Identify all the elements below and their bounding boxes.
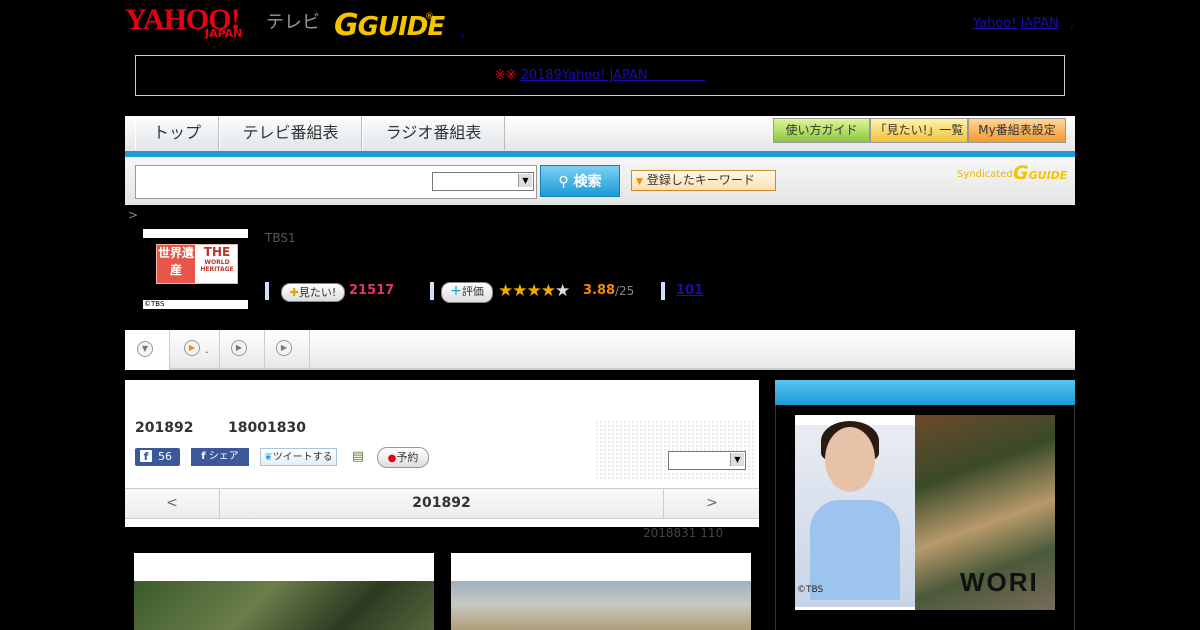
thumb-credit: ©TBS — [144, 300, 165, 308]
yahoo-japan-sub: JAPAN — [205, 27, 243, 40]
usage-guide-button[interactable]: 使い方ガイド — [773, 118, 870, 143]
tab-divider — [309, 330, 310, 368]
keyword-button-label: 登録したキーワード — [646, 173, 755, 187]
notice-box: ※※ 20189Yahoo! JAPAN — [135, 55, 1065, 96]
prev-day-button[interactable]: < — [125, 489, 220, 518]
search-bar: ▼ ⚲ 検索 ▼ 登録したキーワード Syndicated GGUIDE — [125, 157, 1075, 205]
breadcrumb: > — [128, 208, 139, 222]
thumb-logo-red: 世界遺産 — [157, 245, 195, 283]
facebook-like-button[interactable]: f 56 — [135, 448, 180, 466]
registered-keyword-button[interactable]: ▼ 登録したキーワード — [631, 170, 776, 191]
tab-radio-guide[interactable]: ラジオ番組表 — [362, 116, 505, 150]
rate-button[interactable]: +評価 — [441, 282, 493, 303]
sidebar-header — [775, 380, 1075, 405]
want-button[interactable]: ✚見たい! — [281, 283, 345, 302]
twitter-icon: ❦ — [264, 452, 273, 463]
notice-link[interactable]: 20189Yahoo! JAPAN — [520, 68, 647, 83]
info-line: 2018831 110 — [643, 526, 724, 540]
tv-label: テレビ — [266, 12, 320, 33]
ad-banner-text: WORI — [960, 567, 1039, 597]
tweet-button[interactable]: ❦ツイートする — [260, 448, 337, 466]
syndicated-label: Syndicated — [957, 169, 1013, 180]
play-icon[interactable]: ▶ — [276, 340, 292, 356]
sidebar-ad: WORI ©TBS — [775, 405, 1075, 630]
episode-image[interactable] — [134, 553, 434, 630]
search-button[interactable]: ⚲ 検索 — [540, 165, 620, 197]
rating-score: 3.88 — [583, 283, 616, 298]
notice-mark: ※※ — [494, 68, 517, 83]
program-thumbnail[interactable]: 世界遺産 THE WORLD HERITAGE ©TBS — [143, 229, 248, 309]
review-count-link[interactable]: 101 — [676, 283, 703, 298]
air-date: 201892 — [135, 420, 194, 436]
world-heritage-logo: 世界遺産 THE WORLD HERITAGE — [156, 244, 238, 284]
facebook-icon: f — [140, 450, 152, 463]
play-icon[interactable]: ▶ — [184, 340, 200, 356]
syndicated-gguide-logo: GGUIDE — [1013, 162, 1068, 184]
ad-banner[interactable]: WORI ©TBS — [795, 415, 1055, 610]
program-select[interactable]: ▼ — [668, 451, 746, 470]
tab-divider — [219, 330, 220, 368]
separator — [661, 282, 665, 300]
want-count: 21517 — [349, 283, 395, 298]
tab-label: . — [205, 343, 209, 356]
air-time: 18001830 — [228, 420, 306, 436]
tab-tv-guide[interactable]: テレビ番組表 — [219, 116, 362, 150]
main-nav: トップ テレビ番組表 ラジオ番組表 使い方ガイド 「見たい!」一覧 My番組表設… — [125, 116, 1075, 151]
dropdown-arrow-icon: ▼ — [636, 177, 643, 187]
header-dot: , — [461, 26, 465, 39]
tab-collapse[interactable]: ▼ — [125, 330, 170, 370]
header-trailing-dot: , — [1070, 16, 1075, 31]
facebook-share-button[interactable]: f シェア — [191, 448, 249, 466]
notice-link-underline[interactable] — [648, 68, 706, 83]
tab-divider — [264, 330, 265, 368]
thumb-logo-the: THE WORLD HERITAGE — [200, 245, 234, 273]
rating-total: /25 — [615, 284, 635, 298]
decorative-dots — [595, 420, 755, 480]
search-icon: ⚲ — [558, 174, 569, 190]
channel-label: TBS1 — [265, 231, 296, 245]
current-date: 201892 — [412, 495, 471, 511]
want-list-button[interactable]: 「見たい!」一覧 — [870, 118, 968, 143]
yahoo-japan-link[interactable]: Yahoo! JAPAN — [973, 16, 1059, 31]
add-calendar-icon[interactable]: ▤ — [350, 449, 366, 465]
chevron-down-icon: ▼ — [518, 174, 532, 187]
search-button-label: 検索 — [573, 174, 602, 190]
reserve-button[interactable]: ●予約 — [377, 447, 429, 468]
separator — [265, 282, 269, 300]
separator — [430, 282, 434, 300]
program-tab-strip: ▼ ▶ . ▶ ▶ — [125, 330, 1075, 370]
search-category-select[interactable]: ▼ — [432, 172, 534, 191]
play-icon[interactable]: ▶ — [231, 340, 247, 356]
chevron-down-icon: ▼ — [137, 341, 153, 357]
chevron-down-icon: ▼ — [730, 453, 744, 466]
next-day-button[interactable]: > — [663, 489, 760, 518]
plus-icon: + — [450, 283, 462, 299]
date-navigation: < 201892 > — [125, 488, 759, 519]
plus-icon: ✚ — [289, 286, 299, 299]
tab-top[interactable]: トップ — [135, 116, 219, 150]
gguide-registered-mark: ® — [425, 12, 434, 22]
ad-credit: ©TBS — [797, 585, 824, 595]
my-guide-settings-button[interactable]: My番組表設定 — [968, 118, 1066, 143]
rating-stars: ★★★★★ — [498, 281, 570, 301]
episode-image[interactable] — [451, 553, 751, 630]
program-detail-panel: 201892 18001830 f 56 f シェア ❦ツイートする ▤ ●予約 … — [125, 380, 759, 527]
